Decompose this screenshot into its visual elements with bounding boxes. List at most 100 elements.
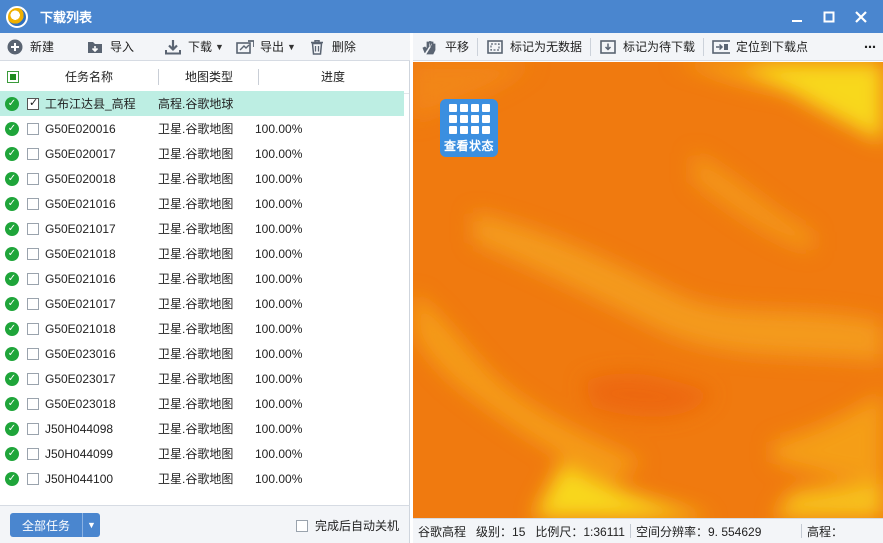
- auto-shutdown-checkbox[interactable]: [296, 519, 308, 532]
- map-type: 卫星.谷歌地图: [158, 297, 234, 311]
- task-name: G50E023016: [45, 346, 116, 361]
- maximize-button[interactable]: [813, 0, 845, 33]
- check-circle-icon: ✓: [5, 346, 19, 361]
- table-row[interactable]: ✓ G50E021018 卫星.谷歌地图 100.00%: [0, 241, 409, 266]
- row-checkbox[interactable]: [27, 122, 39, 135]
- row-checkbox[interactable]: [27, 422, 39, 435]
- close-button[interactable]: [845, 0, 877, 33]
- task-name: G50E023018: [45, 396, 116, 411]
- check-circle-icon: ✓: [5, 371, 19, 386]
- check-circle-icon: ✓: [5, 171, 19, 186]
- row-checkbox[interactable]: [27, 297, 39, 310]
- task-name: J50H044099: [45, 446, 114, 461]
- map-type: 卫星.谷歌地图: [158, 222, 234, 236]
- table-row[interactable]: ✓ J50H044098 卫星.谷歌地图 100.00%: [0, 416, 409, 441]
- map-type: 卫星.谷歌地图: [158, 372, 234, 386]
- check-circle-icon: ✓: [5, 146, 19, 161]
- map-type: 卫星.谷歌地图: [158, 397, 234, 411]
- map-type: 卫星.谷歌地图: [158, 272, 234, 286]
- row-checkbox[interactable]: [27, 96, 39, 110]
- task-name: G50E021016: [45, 196, 116, 211]
- table-row[interactable]: ✓ J50H044100 卫星.谷歌地图 100.00%: [0, 466, 409, 491]
- table-row[interactable]: ✓ G50E021018 卫星.谷歌地图 100.00%: [0, 316, 409, 341]
- pan-button[interactable]: 平移: [413, 33, 475, 61]
- table-row[interactable]: ✓ G50E021016 卫星.谷歌地图 100.00%: [0, 266, 409, 291]
- progress: 100.00%: [255, 371, 303, 386]
- table-row[interactable]: ✓ G50E023016 卫星.谷歌地图 100.00%: [0, 341, 409, 366]
- row-checkbox[interactable]: [27, 322, 39, 335]
- mark-pending-button[interactable]: 标记为待下载: [593, 33, 701, 61]
- progress: 100.00%: [255, 246, 303, 261]
- locate-download-point-button[interactable]: 定位到下载点: [706, 33, 814, 61]
- table-row[interactable]: ✓ G50E023017 卫星.谷歌地图 100.00%: [0, 366, 409, 391]
- check-circle-icon: ✓: [5, 221, 19, 236]
- check-circle-icon: ✓: [5, 321, 19, 336]
- check-circle-icon: ✓: [5, 246, 19, 261]
- table-row[interactable]: ✓ G50E020017 卫星.谷歌地图 100.00%: [0, 141, 409, 166]
- elevation-map-view[interactable]: 查看状态: [413, 62, 883, 518]
- table-row[interactable]: ✓ J50H044099 卫星.谷歌地图 100.00%: [0, 441, 409, 466]
- table-row[interactable]: ✓ G50E020016 卫星.谷歌地图 100.00%: [0, 116, 409, 141]
- toolbar-separator: [703, 37, 705, 56]
- task-name: G50E020016: [45, 121, 116, 136]
- progress: 100.00%: [255, 171, 303, 186]
- map-scale: 比例尺：1:36111: [535, 524, 625, 539]
- mark-nodata-button[interactable]: 标记为无数据: [480, 33, 588, 61]
- export-dropdown-icon[interactable]: ▼: [287, 42, 296, 52]
- download-button[interactable]: 下载 ▼: [158, 33, 230, 61]
- add-icon: [6, 39, 24, 55]
- table-row[interactable]: ✓ 工布江达县_高程 高程.谷歌地球: [0, 91, 404, 116]
- header-task-name[interactable]: 任务名称: [19, 69, 159, 85]
- view-status-button[interactable]: 查看状态: [440, 99, 498, 157]
- grid-icon: [448, 104, 490, 134]
- download-icon: [164, 39, 182, 55]
- map-type: 卫星.谷歌地图: [158, 172, 234, 186]
- row-checkbox[interactable]: [27, 372, 39, 385]
- mark-pending-icon: [599, 39, 617, 55]
- window-controls: [781, 0, 877, 33]
- locate-icon: [712, 39, 731, 55]
- row-checkbox[interactable]: [27, 222, 39, 235]
- table-row[interactable]: ✓ G50E020018 卫星.谷歌地图 100.00%: [0, 166, 409, 191]
- progress: 100.00%: [255, 396, 303, 411]
- task-name: 工布江达县_高程: [45, 97, 136, 111]
- table-row[interactable]: ✓ G50E021017 卫星.谷歌地图 100.00%: [0, 216, 409, 241]
- row-checkbox[interactable]: [27, 347, 39, 360]
- row-checkbox[interactable]: [27, 147, 39, 160]
- row-checkbox[interactable]: [27, 197, 39, 210]
- row-checkbox[interactable]: [27, 447, 39, 460]
- row-checkbox[interactable]: [27, 472, 39, 485]
- download-dropdown-icon[interactable]: ▼: [215, 42, 224, 52]
- map-type: 卫星.谷歌地图: [158, 447, 234, 461]
- all-tasks-button[interactable]: 全部任务 ▼: [10, 513, 100, 537]
- table-row[interactable]: ✓ G50E021017 卫星.谷歌地图 100.00%: [0, 291, 409, 316]
- import-label: 导入: [110, 40, 135, 54]
- row-checkbox[interactable]: [27, 397, 39, 410]
- select-all-checkbox[interactable]: [7, 71, 19, 83]
- map-type: 卫星.谷歌地图: [158, 322, 234, 336]
- task-name: G50E021018: [45, 246, 116, 261]
- header-progress[interactable]: 进度: [259, 69, 407, 85]
- locate-label: 定位到下载点: [736, 40, 809, 54]
- check-circle-icon: ✓: [5, 396, 19, 411]
- map-toolbar: 平移 标记为无数据 标记为待下载 定位到下载点 ⋯: [413, 33, 883, 61]
- export-label: 导出: [259, 40, 284, 54]
- delete-button[interactable]: 删除: [302, 33, 362, 61]
- task-name: G50E020017: [45, 146, 116, 161]
- table-row[interactable]: ✓ G50E021016 卫星.谷歌地图 100.00%: [0, 191, 409, 216]
- minimize-button[interactable]: [781, 0, 813, 33]
- more-options-button[interactable]: ⋯: [858, 33, 883, 61]
- row-checkbox[interactable]: [27, 172, 39, 185]
- table-row[interactable]: ✓ G50E023018 卫星.谷歌地图 100.00%: [0, 391, 409, 416]
- row-checkbox[interactable]: [27, 272, 39, 285]
- new-button[interactable]: 新建: [0, 33, 60, 61]
- export-button[interactable]: 导出 ▼: [230, 33, 302, 61]
- import-button[interactable]: 导入: [80, 33, 140, 61]
- map-type: 卫星.谷歌地图: [158, 347, 234, 361]
- auto-shutdown-option[interactable]: 完成后自动关机: [296, 517, 399, 534]
- header-map-type[interactable]: 地图类型: [159, 69, 259, 85]
- check-circle-icon: ✓: [5, 271, 19, 286]
- row-checkbox[interactable]: [27, 247, 39, 260]
- chevron-down-icon[interactable]: ▼: [82, 513, 100, 537]
- progress: 100.00%: [255, 471, 303, 486]
